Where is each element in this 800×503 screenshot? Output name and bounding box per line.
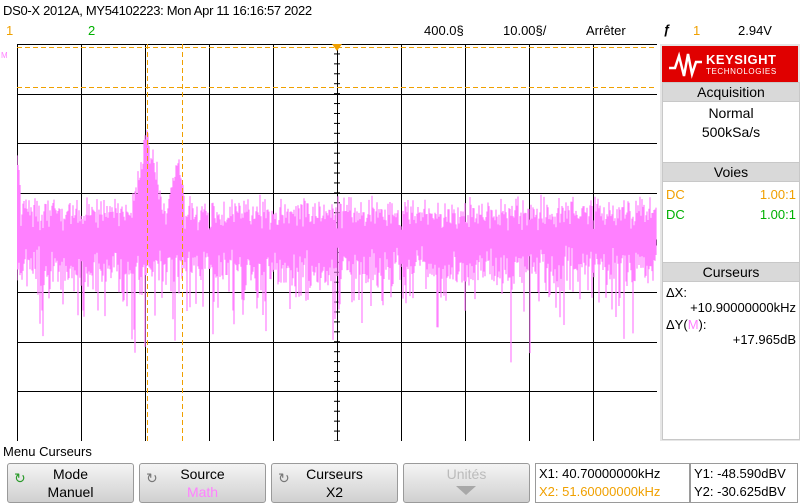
channel-1-ratio: 1.00:1 <box>759 187 796 202</box>
y-cursor-readout: Y1: -48.590dBV Y2: -30.625dBV <box>690 463 798 503</box>
x2-readout: X2: 51.60000000kHz <box>539 484 661 499</box>
keysight-wave-icon <box>669 51 702 79</box>
delta-y-source: M <box>687 317 699 332</box>
source-softkey-value: Math <box>186 484 219 500</box>
x1-readout: X1: 40.70000000kHz <box>539 466 661 481</box>
cursors-panel[interactable]: Curseurs ΔX: +10.90000000kHz ΔY(M): +17.… <box>662 262 800 440</box>
channel-1-row: DC 1.00:1 <box>663 185 799 205</box>
scope-graticule <box>17 44 657 441</box>
logo-brand: KEYSIGHT <box>706 52 777 67</box>
delta-x-value: +10.90000000kHz <box>690 300 796 315</box>
channel-row: 1 2 <box>0 22 800 42</box>
mode-softkey[interactable]: ↻ Mode Manuel <box>7 463 134 503</box>
x-cursor-readout: X1: 40.70000000kHz X2: 51.60000000kHz <box>535 463 690 503</box>
channel-2-label[interactable]: 2 <box>88 23 95 38</box>
acquisition-mode: Normal <box>708 105 754 121</box>
logo-sub: TECHNOLOGIES <box>706 67 777 76</box>
delta-y-label-end: ): <box>698 317 707 332</box>
y1-readout: Y1: -48.590dBV <box>694 466 786 481</box>
delta-y-value: +17.965dB <box>732 332 796 347</box>
left-gutter: M <box>0 44 17 441</box>
instrument-title: DS0-X 2012A, MY54102223: Mon Apr 11 16:1… <box>3 3 312 18</box>
channel-1-label[interactable]: 1 <box>6 23 13 38</box>
units-softkey[interactable]: Unités <box>403 463 530 503</box>
delta-y-label: ΔY(M): <box>663 317 799 332</box>
delta-y-label-start: ΔY( <box>666 317 688 332</box>
channel-2-ratio: 1.00:1 <box>759 207 796 222</box>
menu-title: Menu Curseurs <box>3 444 92 459</box>
softkey-bar: ↻ Mode Manuel ↻ Source Math ↻ Curseurs X… <box>0 461 800 503</box>
units-softkey-label: Unités <box>446 466 487 482</box>
math-ground-marker: M <box>1 51 8 60</box>
waveform-display[interactable] <box>17 44 657 441</box>
acquisition-title: Acquisition <box>663 83 799 102</box>
cursors-softkey-value: X2 <box>325 484 344 500</box>
delta-x-label: ΔX: <box>666 285 687 300</box>
cursors-softkey-label: Curseurs <box>306 466 363 482</box>
mode-softkey-value: Manuel <box>47 484 94 500</box>
keysight-logo: KEYSIGHT TECHNOLOGIES <box>662 46 798 84</box>
channels-panel[interactable]: Voies DC 1.00:1 DC 1.00:1 <box>662 162 800 266</box>
y2-readout: Y2: -30.625dBV <box>694 484 786 499</box>
cursors-softkey[interactable]: ↻ Curseurs X2 <box>271 463 398 503</box>
cursors-title: Curseurs <box>663 263 799 282</box>
submenu-arrow-icon <box>456 486 476 495</box>
sidebar: KEYSIGHT TECHNOLOGIES Acquisition Normal… <box>660 44 800 441</box>
status-bar: DS0-X 2012A, MY54102223: Mon Apr 11 16:1… <box>0 0 800 38</box>
channels-title: Voies <box>663 163 799 182</box>
acquisition-panel[interactable]: Acquisition Normal 500kSa/s <box>662 82 800 168</box>
mode-softkey-label: Mode <box>52 466 89 482</box>
channel-1-coupling: DC <box>666 187 685 202</box>
source-softkey[interactable]: ↻ Source Math <box>139 463 266 503</box>
acquisition-rate: 500kSa/s <box>701 124 761 140</box>
source-softkey-label: Source <box>180 466 225 482</box>
channel-2-row: DC 1.00:1 <box>663 205 799 225</box>
channel-2-coupling: DC <box>666 207 685 222</box>
